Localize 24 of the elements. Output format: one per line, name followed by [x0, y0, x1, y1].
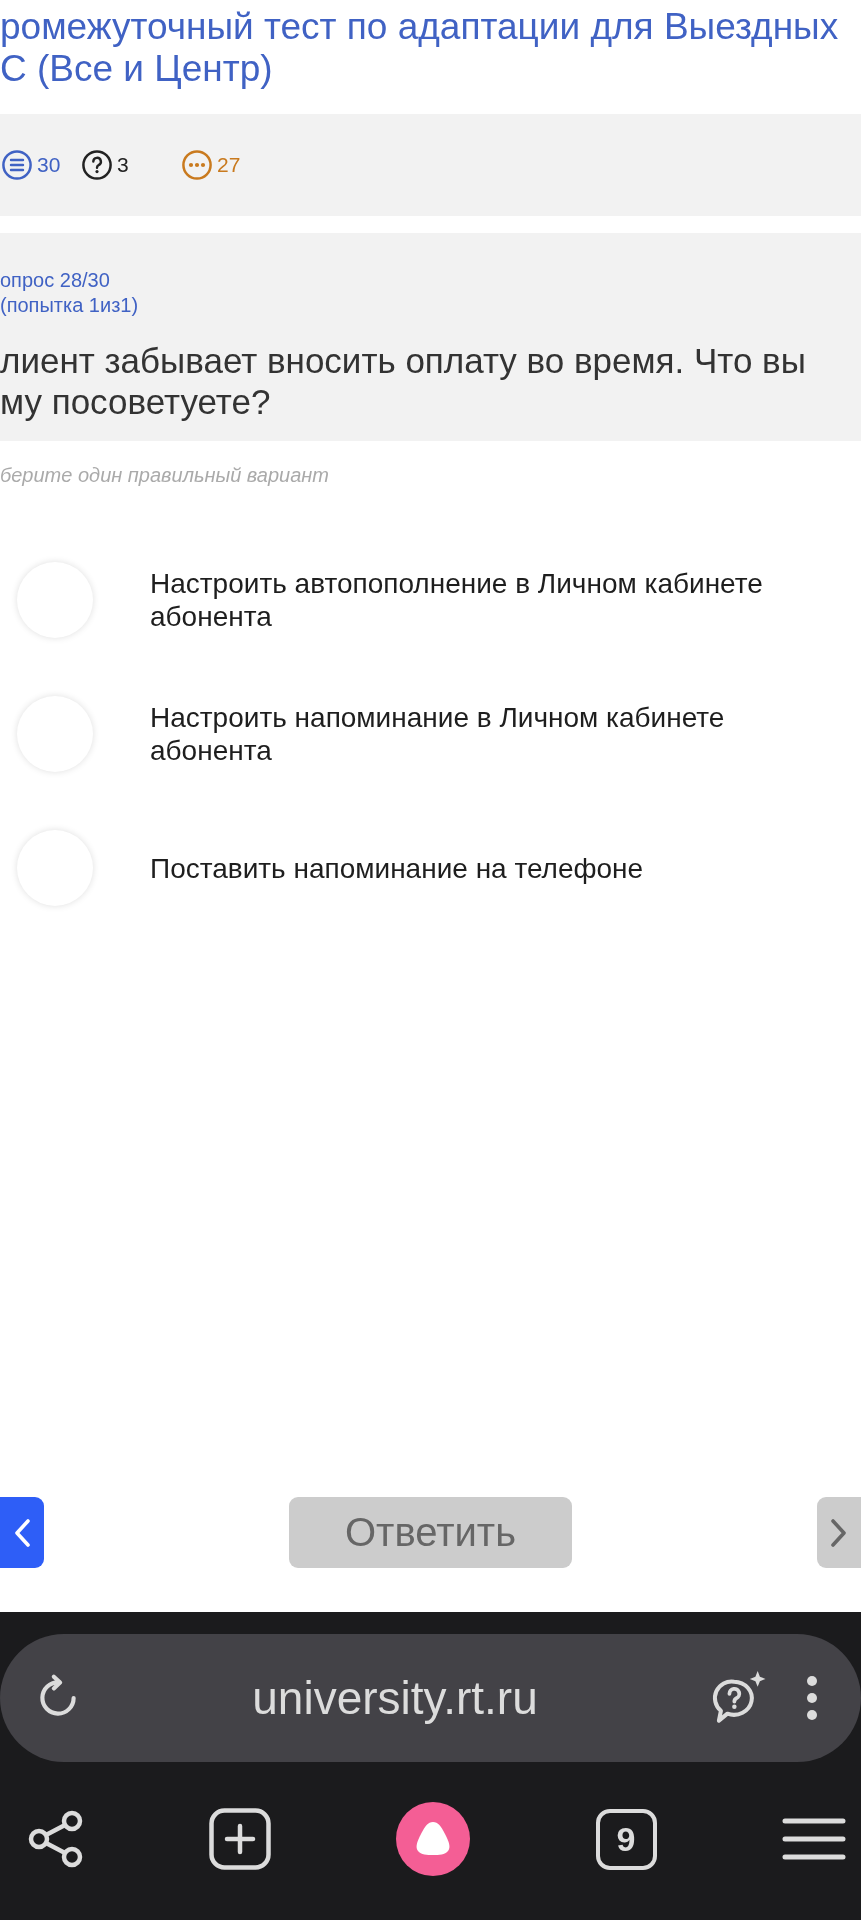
url-text[interactable]: university.rt.ru — [83, 1670, 707, 1726]
menu-icon[interactable] — [782, 1817, 846, 1861]
previous-button[interactable] — [0, 1497, 44, 1568]
question-circle-icon — [82, 150, 112, 180]
list-circle-icon — [2, 150, 32, 180]
chevron-left-icon — [14, 1518, 30, 1547]
test-title[interactable]: ромежуточный тест по адаптации для Выездных С (Все и Центр) — [0, 0, 861, 90]
stat-count: 3 — [117, 152, 129, 178]
address-bar[interactable]: university.rt.ru — [0, 1634, 861, 1762]
question-number: опрос 28/30 — [0, 268, 111, 292]
answer-hint: берите один правильный вариант — [0, 463, 330, 487]
option-label[interactable]: Поставить напоминание на телефоне — [150, 851, 644, 885]
plus-square-icon[interactable] — [208, 1808, 271, 1870]
stat-count: 27 — [217, 152, 241, 178]
option-label[interactable]: Настроить напоминание в Личном кабинете абонента — [150, 701, 830, 767]
share-icon[interactable] — [28, 1810, 83, 1868]
stat-count: 30 — [37, 152, 61, 178]
question-text: лиент забывает вносить оплату во время. Что вы му посоветуете? — [0, 340, 807, 422]
attempt-info: (попытка 1из1) — [0, 293, 140, 318]
dots-circle-icon — [182, 150, 212, 180]
more-options-icon[interactable] — [806, 1675, 818, 1721]
tab-count-button[interactable]: 9 — [595, 1808, 657, 1870]
option-label[interactable]: Настроить автопополнение в Личном кабинете абонента — [150, 567, 830, 633]
chevron-right-icon — [831, 1518, 847, 1547]
